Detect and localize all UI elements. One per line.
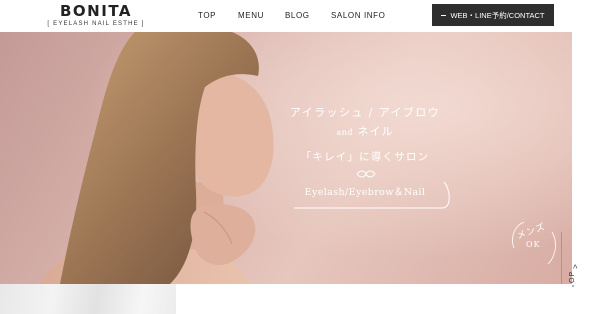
logo-name: BONITA [60, 2, 132, 20]
nav-item-top[interactable]: TOP [198, 11, 216, 20]
hero-line-services-en: Eyelash/Eyebrow＆Nail [304, 187, 426, 198]
chevron-up-icon: > [570, 264, 580, 269]
nav-item-menu[interactable]: MENU [238, 11, 264, 20]
nav-item-blog[interactable]: BLOG [285, 11, 310, 20]
hero-nail-word: ネイル [357, 125, 394, 138]
hero-banner: アイラッシュ / アイブロウ and ネイル 「キレイ」に導くサロン Eyela… [0, 32, 572, 284]
hero-line-eyelash-eyebrow: アイラッシュ / アイブロウ [289, 106, 441, 119]
site-header: BONITA [ EYELASH NAIL ESTHE ] TOP MENU B… [0, 0, 600, 32]
reservation-contact-button[interactable]: WEB・LINE予約/CONTACT [432, 4, 554, 26]
hero-line-nail: and ネイル [270, 123, 460, 139]
hero-line-salon-tagline: 「キレイ」に導くサロン [300, 151, 430, 163]
hero-and: and [336, 128, 354, 137]
mens-ok-label: OK [526, 240, 541, 249]
hero-copy: アイラッシュ / アイブロウ and ネイル 「キレイ」に導くサロン Eyela… [270, 32, 460, 284]
reservation-contact-label: WEB・LINE予約/CONTACT [450, 10, 545, 20]
logo-tagline: [ EYELASH NAIL ESTHE ] [47, 21, 145, 27]
mens-ok-badge: メンズ OK [508, 218, 560, 268]
marble-texture-image [0, 284, 176, 314]
dash-icon [441, 14, 447, 16]
ornament-icon [356, 170, 376, 178]
site-logo[interactable]: BONITA [ EYELASH NAIL ESTHE ] [40, 3, 152, 29]
nav-item-salon-info[interactable]: SALON INFO [331, 11, 385, 20]
next-section [0, 284, 572, 314]
